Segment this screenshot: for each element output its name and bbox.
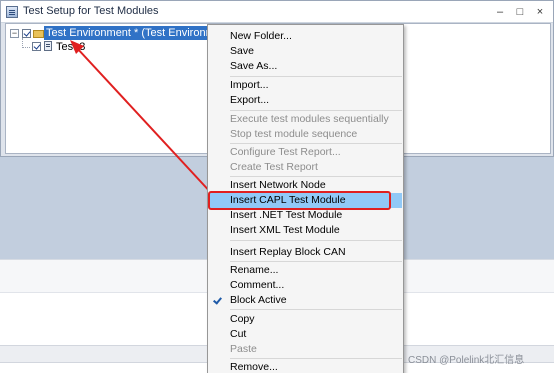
menu-item-copy[interactable]: Copy [209, 312, 402, 327]
menu-item-remove[interactable]: Remove... [209, 360, 402, 373]
window-titlebar[interactable]: Test Setup for Test Modules – □ × [1, 1, 553, 23]
tree-node-test[interactable]: Test 3 [32, 40, 112, 54]
menu-separator [230, 143, 402, 144]
menu-separator [230, 358, 402, 359]
menu-item-comment[interactable]: Comment... [209, 278, 402, 293]
menu-item-new-folder[interactable]: New Folder... [209, 29, 402, 44]
window-title: Test Setup for Test Modules [23, 5, 159, 17]
menu-item-save-as[interactable]: Save As... [209, 59, 402, 74]
menu-item-insert-net-test-module[interactable]: Insert .NET Test Module [209, 208, 402, 223]
menu-separator [230, 176, 402, 177]
test-module-icon [44, 41, 52, 51]
menu-item-export[interactable]: Export... [209, 93, 402, 108]
menu-item-execute-sequentially[interactable]: Execute test modules sequentially [209, 112, 402, 127]
checkmark-icon [213, 295, 222, 305]
menu-item-block-active[interactable]: Block Active [209, 293, 402, 308]
menu-separator [230, 261, 402, 262]
menu-separator [230, 240, 402, 241]
menu-item-rename[interactable]: Rename... [209, 263, 402, 278]
environment-checkbox[interactable] [22, 29, 31, 38]
menu-item-insert-xml-test-module[interactable]: Insert XML Test Module [209, 223, 402, 238]
menu-item-block-active-label: Block Active [230, 294, 287, 306]
minimize-button[interactable]: – [492, 4, 508, 20]
test-node-label[interactable]: Test 3 [56, 40, 85, 54]
test-checkbox[interactable] [32, 42, 41, 51]
close-button[interactable]: × [532, 4, 548, 20]
menu-item-paste[interactable]: Paste [209, 342, 402, 357]
test-setup-app-icon [6, 6, 18, 18]
menu-separator [230, 76, 402, 77]
menu-item-insert-replay-block[interactable]: Insert Replay Block CAN [209, 245, 402, 260]
menu-separator [230, 110, 402, 111]
menu-item-save[interactable]: Save [209, 44, 402, 59]
menu-separator [230, 309, 402, 310]
watermark-text: CSDN @Polelink北汇信息 [408, 355, 525, 366]
menu-item-import[interactable]: Import... [209, 78, 402, 93]
tree-connector [22, 47, 30, 48]
menu-item-cut[interactable]: Cut [209, 327, 402, 342]
menu-item-create-report[interactable]: Create Test Report [209, 160, 402, 175]
annotation-highlight-box [208, 191, 391, 210]
maximize-button[interactable]: □ [512, 4, 528, 20]
collapse-icon[interactable]: − [10, 29, 19, 38]
menu-item-configure-report[interactable]: Configure Test Report... [209, 145, 402, 160]
menu-item-stop-sequence[interactable]: Stop test module sequence [209, 127, 402, 142]
tree-node-environment[interactable]: − Test Environment * (Test Environment.t… [10, 26, 254, 41]
folder-icon [33, 30, 44, 38]
